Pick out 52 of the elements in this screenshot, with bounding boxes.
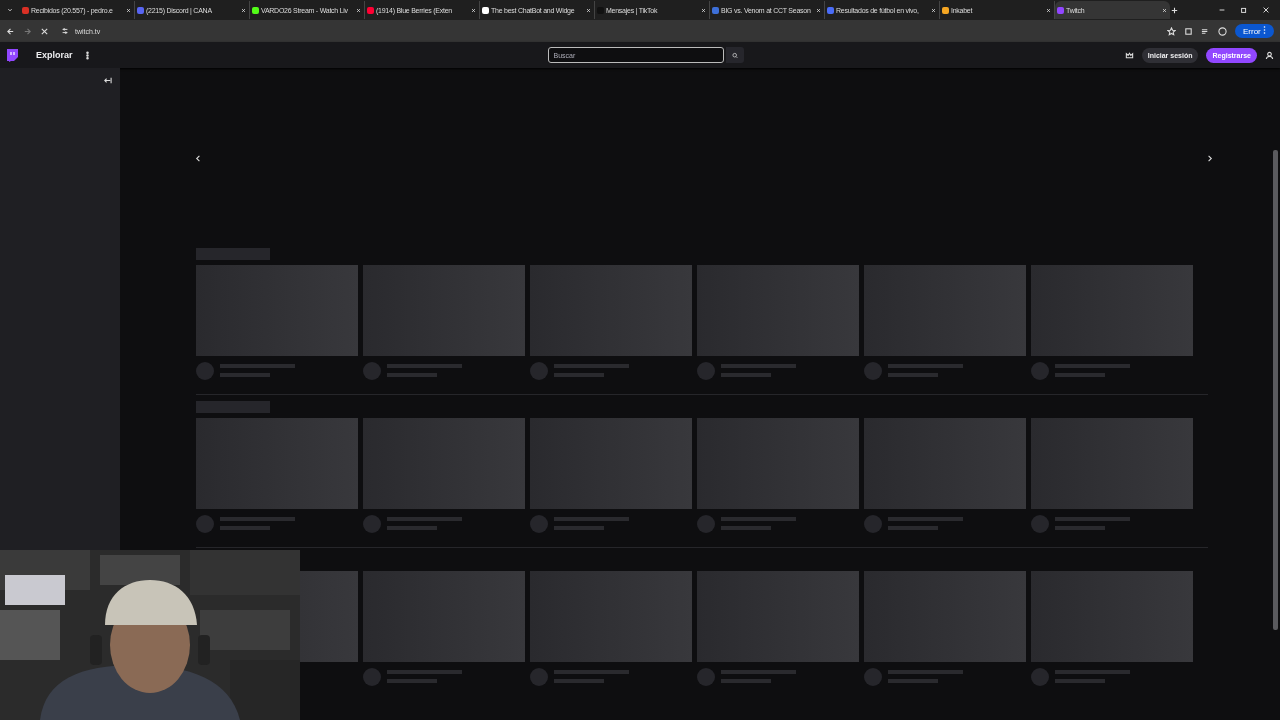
chevron-left-icon[interactable] [194,153,203,163]
back-icon[interactable] [6,26,15,36]
skeleton-avatar [363,515,381,533]
skeleton-avatar [697,362,715,380]
skeleton-avatar [530,668,548,686]
restore-icon[interactable] [1240,6,1248,14]
close-icon[interactable] [125,6,132,14]
media-icon[interactable] [1201,26,1210,36]
logo-icon[interactable] [6,48,18,62]
dropdown-icon[interactable] [6,6,14,14]
close-icon[interactable] [815,6,822,14]
close-icon[interactable] [1045,6,1052,14]
collapse-icon[interactable] [103,76,112,85]
skeleton-avatar [864,362,882,380]
site-settings-icon[interactable] [61,27,69,35]
close-icon[interactable] [1262,6,1270,14]
forward-icon[interactable] [23,26,32,36]
skeleton-avatar [1031,362,1049,380]
close-icon[interactable] [355,6,362,14]
close-icon[interactable] [930,6,937,14]
skeleton-avatar [530,515,548,533]
close-icon[interactable] [1161,6,1168,14]
more-icon [1263,26,1266,34]
skeleton-avatar [697,515,715,533]
close-icon[interactable] [470,6,477,14]
skeleton-avatar [530,362,548,380]
close-icon[interactable] [700,6,707,14]
search-button[interactable] [725,47,744,63]
scrollbar[interactable] [1273,150,1278,630]
chevron-right-icon[interactable] [1205,153,1214,163]
close-icon[interactable] [585,6,592,14]
skeleton-avatar [363,668,381,686]
skeleton-avatar [196,362,214,380]
globe-icon[interactable] [1218,26,1227,36]
extensions-icon[interactable] [1184,26,1193,36]
new-tab-icon[interactable] [1170,5,1179,15]
skeleton-avatar [1031,668,1049,686]
minimize-icon[interactable] [1218,6,1226,14]
skeleton-avatar [697,668,715,686]
skeleton-avatar [864,668,882,686]
search-icon [731,50,738,60]
crown-icon[interactable] [1124,50,1134,60]
stop-icon[interactable] [40,26,49,36]
close-icon[interactable] [240,6,247,14]
skeleton-avatar [1031,515,1049,533]
star-icon[interactable] [1167,26,1176,36]
skeleton-avatar [864,515,882,533]
skeleton-avatar [363,362,381,380]
user-icon[interactable] [1265,50,1274,60]
skeleton-avatar [196,515,214,533]
profile-button[interactable]: Error [1235,24,1274,38]
explore-link[interactable]: Explorar [36,50,73,60]
